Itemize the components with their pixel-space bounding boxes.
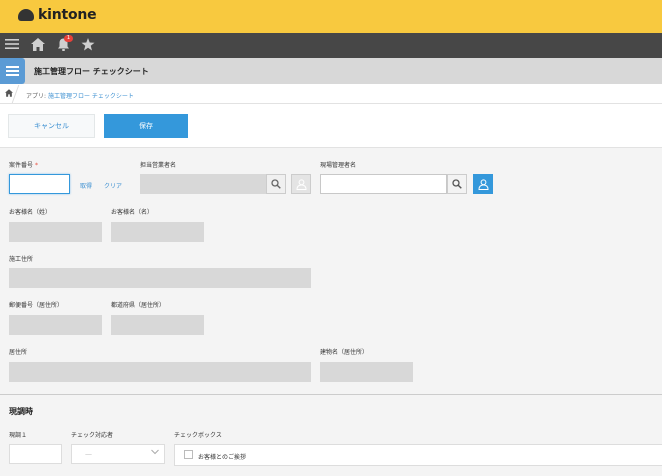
fetch-link[interactable]: 取得 [80,181,92,190]
search-icon [452,179,462,189]
sales-rep-label: 担当営業者名 [140,162,177,169]
customer-last-label: お客様名（姓） [9,209,52,216]
save-button[interactable]: 保存 [104,114,188,138]
logo-cloud-icon [18,9,34,21]
customer-first-field [111,222,204,242]
action-bar [0,104,662,148]
required-mark: * [34,162,38,169]
survey1-label: 現調１ [9,432,28,439]
section-title: 現調時 [9,407,33,416]
checker-label: チェック対応者 [71,432,114,439]
checker-select-value: — [85,450,92,458]
app-title: 施工管理フロー チェックシート [34,67,149,76]
residence-label: 居住所 [9,349,28,356]
customer-first-label: お客様名（名） [111,209,154,216]
postal-code-label: 郵便番号（居住所） [9,302,64,309]
breadcrumb-prefix: アプリ: [26,93,48,100]
kintone-logo[interactable]: kintone [18,7,97,23]
logo-text: kintone [38,7,97,23]
greeting-checkbox-label[interactable]: お客様とのご挨拶 [198,452,246,461]
residence-field [9,362,311,382]
site-manager-input[interactable] [320,174,447,194]
site-manager-search-button[interactable] [447,174,467,194]
star-icon[interactable] [81,38,95,55]
building-field [320,362,413,382]
checkbox-group: お客様とのご挨拶 [174,444,662,466]
postal-code-field [9,315,102,335]
case-number-label: 案件番号 * [9,160,38,169]
site-manager-user-button[interactable] [473,174,493,194]
breadcrumb-path: アプリ: 施工管理フロー チェックシート [26,91,134,100]
breadcrumb-app-link[interactable]: 施工管理フロー チェックシート [48,93,134,100]
top-bar [0,0,662,33]
sales-rep-search-icon [266,174,286,194]
customer-last-field [9,222,102,242]
case-number-label-text: 案件番号 [9,162,34,169]
section-divider [0,394,662,395]
global-nav [0,33,662,58]
case-number-input[interactable] [9,174,70,194]
sales-rep-field [140,174,266,194]
greeting-checkbox[interactable] [184,450,193,459]
prefecture-field [111,315,204,335]
notification-badge: 1 [64,35,73,42]
checkbox-group-label: チェックボックス [174,432,222,439]
breadcrumb-home-icon[interactable] [5,89,13,99]
home-icon[interactable] [31,38,45,55]
prefecture-label: 都道府県（居住所） [111,302,166,309]
survey1-input[interactable] [9,444,62,464]
checker-select[interactable]: — [71,444,165,464]
cancel-button[interactable]: キャンセル [8,114,95,138]
site-address-label: 施工住所 [9,256,34,263]
building-label: 建物名（居住所） [320,349,369,356]
chevron-down-icon [151,449,159,457]
menu-icon[interactable] [5,37,19,55]
sales-rep-user-icon [291,174,311,194]
site-address-field [9,268,311,288]
user-icon [477,179,489,190]
app-list-icon[interactable] [0,58,25,84]
site-manager-label: 現場管理者名 [320,162,357,169]
clear-link[interactable]: クリア [104,181,122,190]
